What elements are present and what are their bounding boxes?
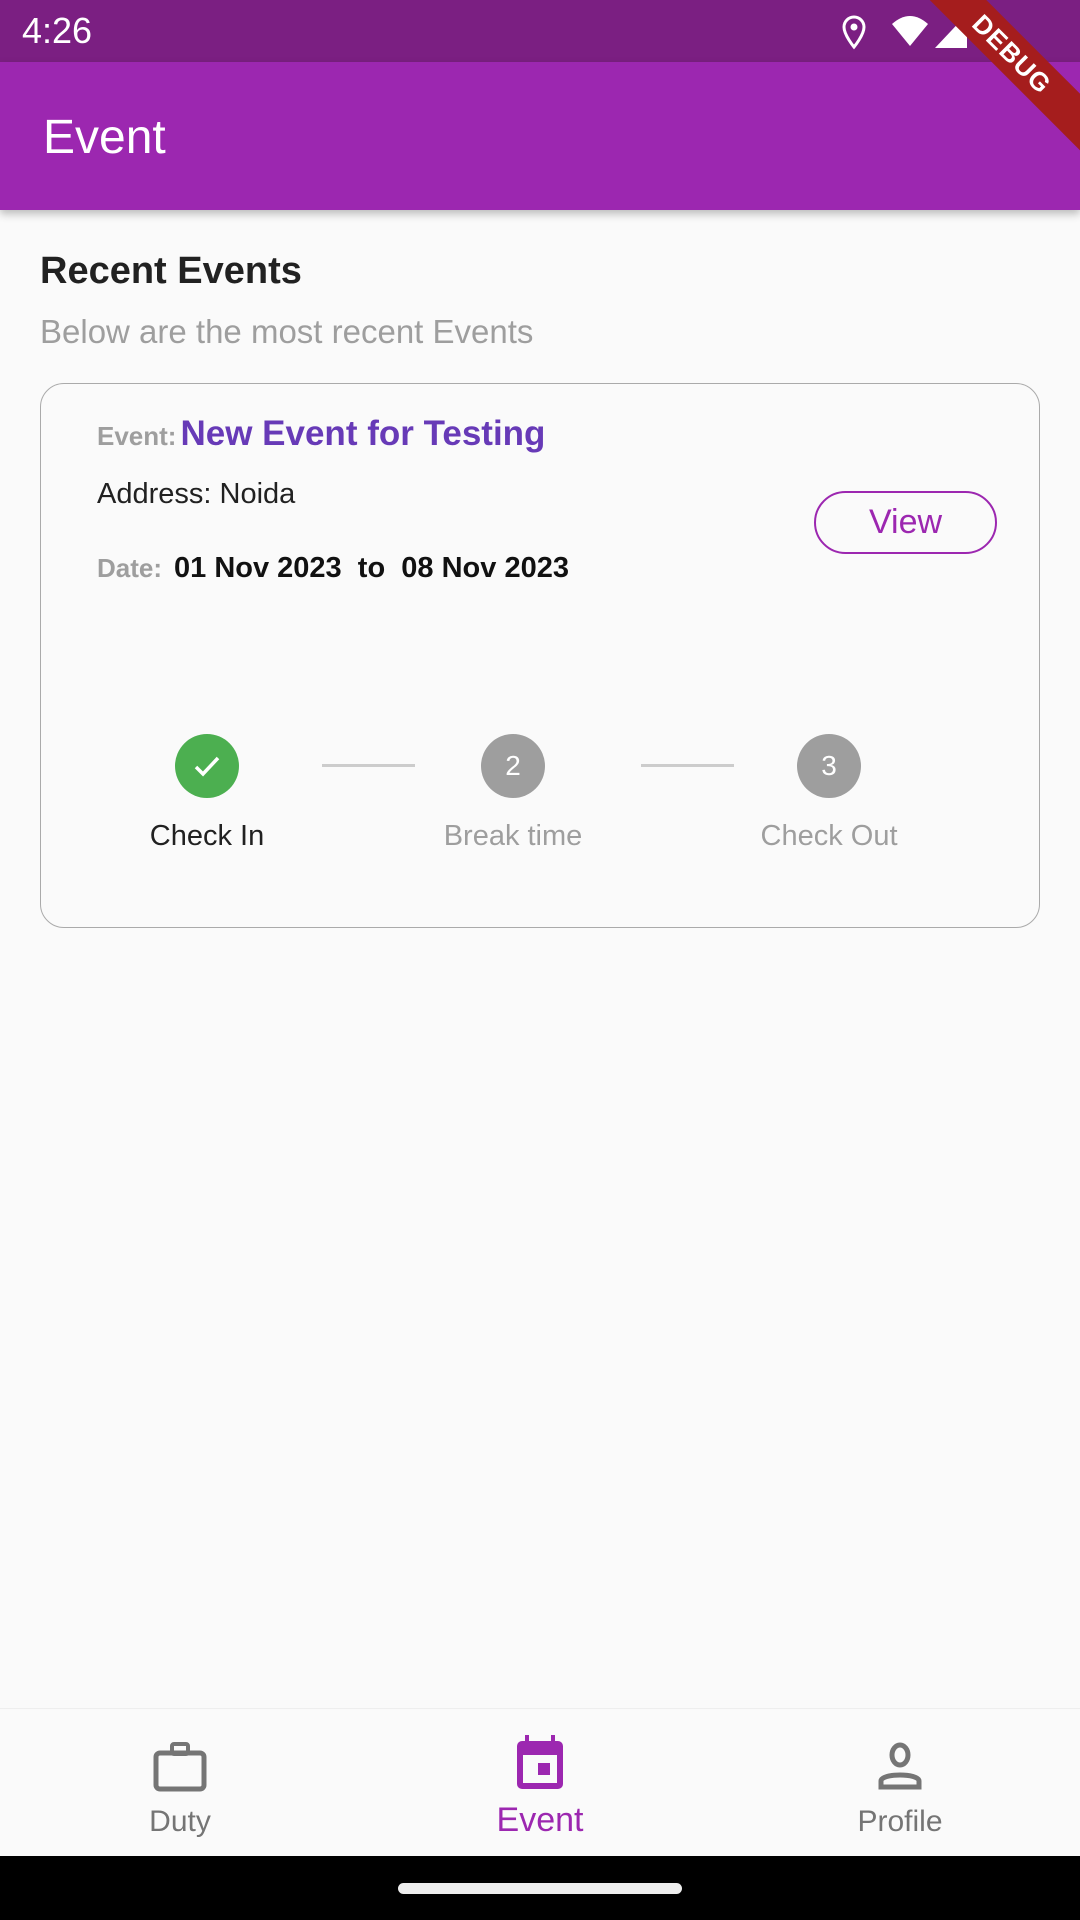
nav-label: Event [496,1801,584,1839]
nav-label: Profile [857,1805,943,1838]
nav-item-profile[interactable]: Profile [720,1709,1080,1857]
step-connector [322,764,415,767]
nav-label: Duty [149,1805,211,1838]
step-check-in-label: Check In [149,820,265,852]
nav-item-event[interactable]: Event [360,1709,720,1857]
step-check-out-marker[interactable]: 3 [797,734,861,798]
step-check-in-icon[interactable] [175,734,239,798]
event-name: New Event for Testing [180,414,546,453]
location-icon [842,15,866,50]
bottom-nav: Duty Event Profile [0,1708,1080,1856]
date-row: Date: 01 Nov 2023 to 08 Nov 2023 [97,552,569,585]
date-range: 01 Nov 2023 to 08 Nov 2023 [174,552,569,584]
event-row: Event: New Event for Testing [97,414,545,454]
event-address: Address: Noida [97,478,296,510]
status-bar: 4:26 [0,0,1080,62]
wifi-icon [892,16,928,46]
step-break-time-label: Break time [443,820,583,852]
step-connector [641,764,734,767]
section-title: Recent Events [40,250,302,292]
step-break-time-marker[interactable]: 2 [481,734,545,798]
view-button[interactable]: View [814,491,997,554]
section-subtitle: Below are the most recent Events [40,313,534,350]
date-label: Date: [97,553,163,583]
briefcase-icon [153,1742,207,1792]
event-label: Event: [97,421,177,451]
event-card: Event: New Event for Testing Address: No… [40,383,1040,928]
app-bar: Event [0,62,1080,210]
system-nav-bar [0,1856,1080,1920]
person-icon [878,1742,922,1790]
nav-item-duty[interactable]: Duty [0,1709,360,1857]
check-icon [194,756,220,777]
calendar-icon [517,1735,563,1789]
home-gesture-handle[interactable] [398,1883,682,1894]
step-check-out-label: Check Out [760,820,898,852]
status-time: 4:26 [22,10,93,51]
page-title: Event [43,111,166,164]
